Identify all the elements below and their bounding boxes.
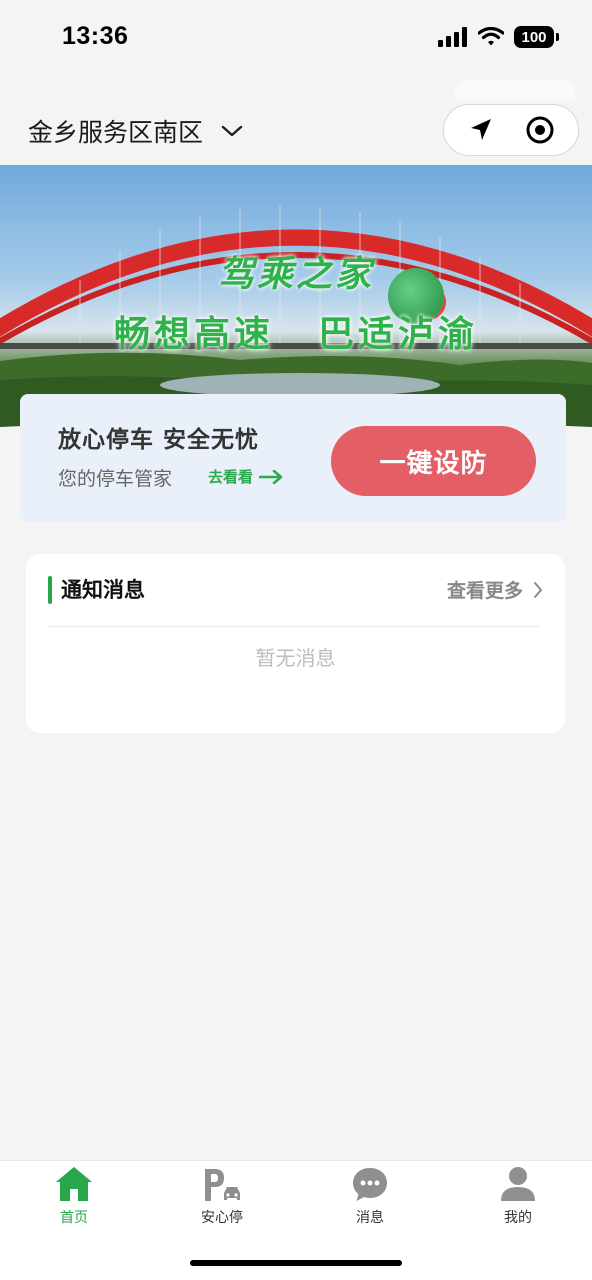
battery-indicator: 100 [514,26,559,48]
location-selector[interactable]: 金乡服务区南区 [28,113,243,149]
tab-label: 消息 [356,1210,384,1226]
guard-link[interactable]: 去看看 [208,466,283,487]
arrow-right-icon [259,469,283,484]
banner-title: 驾乘之家 [217,254,374,295]
chevron-right-icon [534,581,542,598]
guard-link-label: 去看看 [208,468,254,486]
signal-icon [438,27,467,47]
home-icon [56,1167,92,1201]
notice-accent-bar [48,576,52,604]
status-time: 13:36 [62,22,129,50]
miniprogram-capsule [443,104,579,156]
bridge-illustration [0,206,592,433]
tab-parking[interactable]: 安心停 [148,1161,296,1241]
tab-label: 我的 [504,1210,532,1226]
tab-label: 首页 [60,1210,88,1226]
wifi-icon [478,27,504,46]
tab-message[interactable]: 消息 [296,1161,444,1241]
view-more-link[interactable]: 查看更多 [447,576,543,603]
status-icons: 100 [438,26,559,48]
parking-icon [205,1169,240,1201]
header: 金乡服务区南区 [0,80,592,165]
status-bar: 13:36 100 [0,0,592,80]
user-icon [501,1167,535,1201]
divider [48,626,540,627]
parking-guard-card: 放心停车 安全无忧 您的停车管家 去看看 一键设防 [20,394,566,522]
banner-slogan: 畅想高速 巴适泸渝 [0,305,592,357]
guard-title: 放心停车 安全无忧 [58,427,260,453]
tab-home[interactable]: 首页 [0,1161,148,1241]
guard-subtitle: 您的停车管家 [58,468,173,490]
banner-slogan-right: 巴适泸渝 [318,314,479,355]
notice-card: 通知消息 查看更多 暂无消息 [26,554,565,733]
empty-state-text: 暂无消息 [255,646,336,670]
location-arrow-icon[interactable] [467,116,495,144]
message-icon [353,1168,387,1201]
banner[interactable]: 驾乘之家 畅想高速 巴适泸渝 [0,165,592,433]
target-icon[interactable] [525,115,555,145]
banner-slogan-left: 畅想高速 [113,314,274,355]
tab-mine[interactable]: 我的 [444,1161,592,1241]
location-label: 金乡服务区南区 [28,118,204,147]
notice-title: 通知消息 [61,578,145,602]
view-more-label: 查看更多 [446,580,523,602]
home-indicator [190,1260,402,1266]
chevron-down-icon [221,125,243,137]
one-click-guard-button[interactable]: 一键设防 [331,426,536,496]
tab-label: 安心停 [201,1210,243,1226]
capsule-shadow [455,80,575,100]
